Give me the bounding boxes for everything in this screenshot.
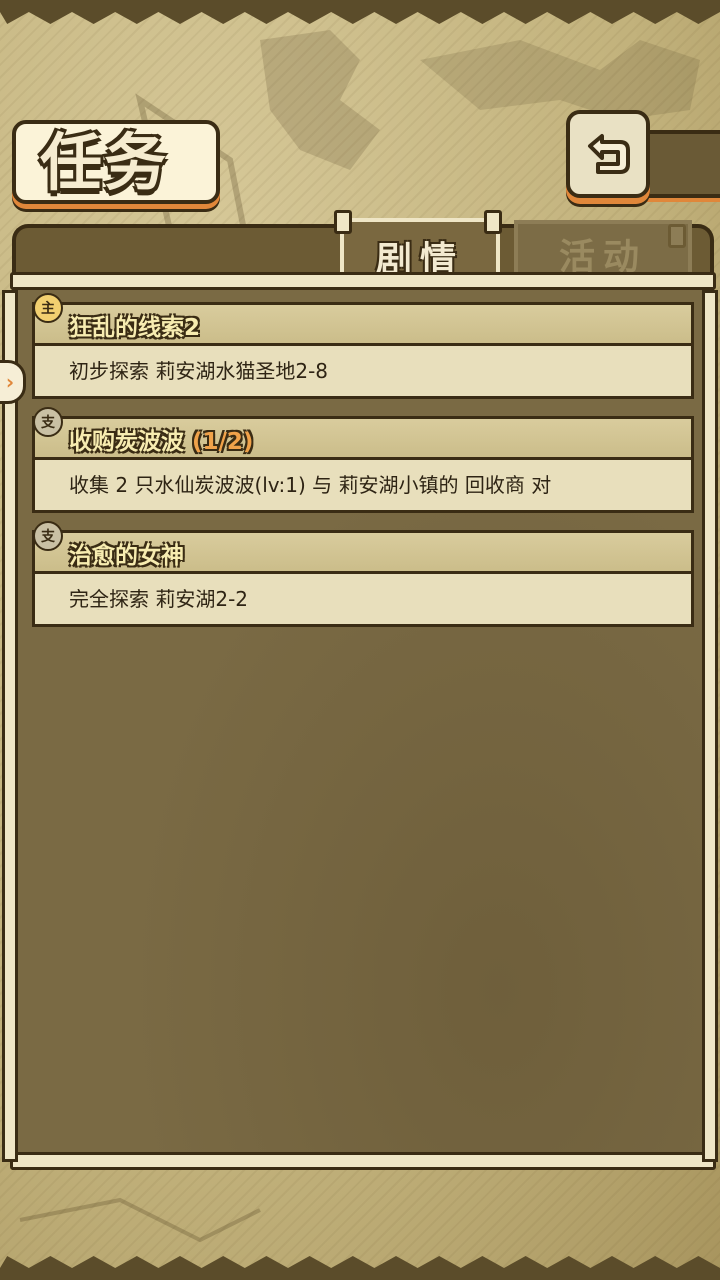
quest-title-text: 收购炭波波 [69, 429, 184, 455]
quest-description: 收集 2 只水仙炭波波(lv:1) 与 莉安湖小镇的 回收商 对 [35, 460, 691, 510]
quest-title: 治愈的女神 [69, 536, 184, 570]
back-arrow-icon [588, 134, 630, 174]
quest-title: 狂乱的线索2 [69, 308, 200, 342]
back-button[interactable] [566, 110, 650, 198]
panel-frame-bottom [10, 1152, 716, 1170]
quest-title-row: 支 治愈的女神 [33, 521, 691, 574]
tab-post [334, 210, 352, 234]
tab-post [668, 224, 686, 248]
page-title: 任务 [40, 126, 169, 199]
main-quest-badge-icon: 主 [33, 293, 63, 323]
quest-title: 收购炭波波 (1/2) [69, 422, 253, 456]
quest-description: 完全探索 莉安湖2-2 [35, 574, 691, 624]
quest-item[interactable]: 支 收购炭波波 (1/2) 收集 2 只水仙炭波波(lv:1) 与 莉安湖小镇的… [32, 407, 694, 513]
side-quest-badge-icon: 支 [33, 521, 63, 551]
quest-progress: (1/2) [192, 429, 254, 455]
panel-frame-top [10, 272, 716, 290]
side-quest-badge-icon: 支 [33, 407, 63, 437]
quest-item[interactable]: 主 狂乱的线索2 初步探索 莉安湖水猫圣地2-8 [32, 293, 694, 399]
panel-frame-right [702, 290, 718, 1162]
panel-frame-left [2, 290, 18, 1162]
quest-item[interactable]: 支 治愈的女神 完全探索 莉安湖2-2 [32, 521, 694, 627]
quest-description: 初步探索 莉安湖水猫圣地2-8 [35, 346, 691, 396]
quest-title-text: 治愈的女神 [69, 543, 184, 569]
quest-title-row: 主 狂乱的线索2 [33, 293, 691, 346]
tab-post [484, 210, 502, 234]
quest-title-text: 狂乱的线索2 [69, 315, 201, 341]
quest-title-row: 支 收购炭波波 (1/2) [33, 407, 691, 460]
